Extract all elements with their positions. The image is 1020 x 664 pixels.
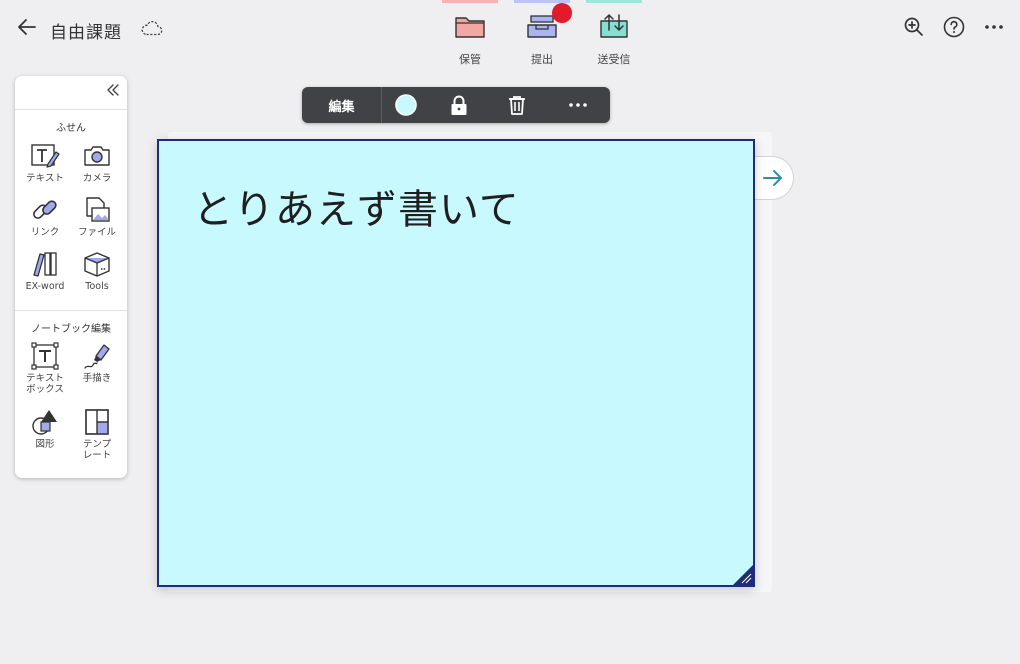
tool-camera[interactable]: カメラ: [71, 142, 123, 184]
document-title: 自由課題: [50, 23, 122, 43]
tool-label: テキスト: [26, 173, 64, 184]
tool-label: テキスト ボックス: [26, 373, 64, 395]
edit-button[interactable]: 編集: [302, 87, 381, 123]
tool-label: EX-word: [25, 281, 65, 292]
tool-label: テンプ レート: [82, 439, 112, 461]
folder-icon: [455, 17, 485, 38]
store-strip: [442, 0, 498, 3]
tool-shapes[interactable]: 図形: [19, 408, 71, 450]
tool-label: ファイル: [77, 227, 116, 238]
trash-icon: [509, 96, 525, 115]
panel-divider: [15, 310, 127, 311]
section-title-sticky: ふせん: [56, 123, 86, 134]
text-pen-icon: [31, 144, 60, 168]
box-icon: [84, 252, 110, 277]
send-receive-label: 送受信: [597, 53, 631, 66]
color-picker-button[interactable]: [394, 93, 418, 117]
books-icon: [33, 252, 57, 277]
collapse-panel-icon[interactable]: [105, 82, 121, 98]
back-button[interactable]: [14, 14, 40, 40]
zoom-in-icon[interactable]: [902, 15, 926, 39]
tool-label: Tools: [85, 281, 109, 292]
tool-tools[interactable]: Tools: [71, 250, 123, 292]
more-menu-icon[interactable]: [982, 15, 1006, 39]
lock-button[interactable]: [447, 93, 471, 117]
tool-textbox[interactable]: テキスト ボックス: [19, 342, 71, 395]
panel-divider: [15, 109, 127, 110]
shapes-icon: [32, 410, 57, 435]
toolbar-divider: [381, 87, 382, 123]
sticky-toolbar: 編集: [302, 87, 610, 123]
tool-panel: ふせん テキスト カメラ リンク ファイル EX-word Tools ノートブ…: [15, 76, 127, 478]
more-dots-icon: [569, 103, 587, 107]
next-page-button[interactable]: [752, 156, 794, 200]
marker-icon: [84, 344, 110, 369]
arrow-right-icon: [762, 170, 782, 186]
cloud-sync-icon[interactable]: [140, 18, 164, 38]
tool-ex-word[interactable]: EX-word: [19, 250, 71, 292]
delete-button[interactable]: [505, 93, 529, 117]
template-icon: [85, 409, 109, 435]
tool-template[interactable]: テンプ レート: [71, 408, 123, 461]
link-icon: [33, 200, 57, 219]
notification-badge: [552, 3, 572, 23]
tool-label: 手描き: [82, 373, 112, 384]
help-icon[interactable]: [942, 15, 966, 39]
tool-handwriting[interactable]: 手描き: [71, 342, 123, 384]
textbox-icon: [31, 342, 59, 370]
submit-label: 提出: [531, 53, 553, 66]
tool-label: カメラ: [82, 173, 112, 184]
send-receive-icon: [600, 14, 628, 38]
arrow-left-icon: [18, 19, 36, 35]
more-options-button[interactable]: [566, 93, 590, 117]
section-title-notebook: ノートブック編集: [31, 324, 111, 335]
tool-file[interactable]: ファイル: [71, 196, 123, 238]
color-swatch-icon: [395, 94, 417, 116]
camera-icon: [84, 146, 110, 166]
resize-handle-icon[interactable]: [733, 565, 753, 585]
tool-label: 図形: [35, 439, 55, 450]
tool-text[interactable]: テキスト: [19, 142, 71, 184]
sticky-note-text[interactable]: とりあえず書いて: [193, 177, 520, 235]
store-label: 保管: [459, 53, 481, 66]
tool-label: リンク: [30, 227, 60, 238]
sticky-note[interactable]: とりあえず書いて: [157, 139, 755, 587]
send-receive-strip: [586, 0, 642, 3]
lock-icon: [451, 95, 467, 115]
file-image-icon: [86, 197, 110, 222]
tool-link[interactable]: リンク: [19, 196, 71, 238]
